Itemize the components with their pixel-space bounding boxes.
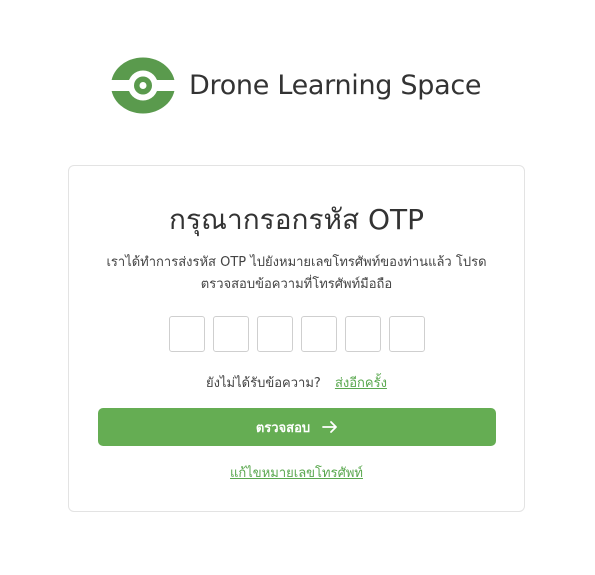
otp-card: กรุณากรอกรหัส OTP เราได้ทำการส่งรหัส OTP… [68, 165, 525, 512]
change-phone-link[interactable]: แก้ไขหมายเลขโทรศัพท์ [69, 462, 524, 483]
arrow-right-icon [322, 421, 338, 433]
otp-digit-3[interactable] [257, 316, 293, 352]
resend-prompt: ยังไม่ได้รับข้อความ? [206, 376, 321, 391]
otp-digit-4[interactable] [301, 316, 337, 352]
resend-link[interactable]: ส่งอีกครั้ง [335, 376, 387, 391]
brand-name: Drone Learning Space [189, 70, 482, 101]
page-title: กรุณากรอกรหัส OTP [169, 203, 424, 236]
otp-message-line-2: ตรวจสอบข้อความที่โทรศัพท์มือถือ [200, 277, 393, 292]
otp-digit-6[interactable] [389, 316, 425, 352]
resend-row: ยังไม่ได้รับข้อความ? ส่งอีกครั้ง [69, 372, 524, 393]
verify-button-label: ตรวจสอบ [255, 419, 311, 435]
otp-page: Drone Learning Space กรุณากรอกรหัส OTP เ… [0, 0, 595, 575]
otp-digit-2[interactable] [213, 316, 249, 352]
otp-message-line-1: เราได้ทำการส่งรหัส OTP ไปยังหมายเลขโทรศั… [106, 255, 487, 270]
brand-header: Drone Learning Space [110, 57, 482, 114]
drone-lens-logo-icon [110, 57, 176, 114]
otp-digit-1[interactable] [169, 316, 205, 352]
otp-message: เราได้ทำการส่งรหัส OTP ไปยังหมายเลขโทรศั… [93, 252, 500, 296]
otp-input-group [169, 316, 425, 352]
verify-button[interactable]: ตรวจสอบ [98, 408, 496, 446]
otp-digit-5[interactable] [345, 316, 381, 352]
